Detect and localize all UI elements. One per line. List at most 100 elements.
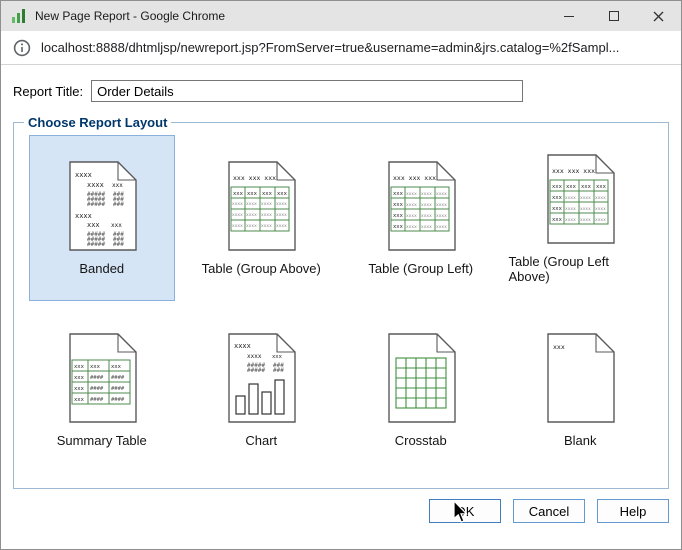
- chart-layout-icon: xxxx xxxxxxx ########## ######: [223, 332, 299, 424]
- report-title-label: Report Title:: [13, 84, 83, 99]
- layout-item-table-group-left[interactable]: xxx xxx xxx xxxx xxxx xxxx xxxx xxxx xxxx: [348, 135, 494, 301]
- svg-text:xxx: xxx: [87, 221, 100, 229]
- svg-text:xxx: xxx: [272, 354, 283, 360]
- layout-item-label: Crosstab: [395, 433, 447, 448]
- site-info-icon[interactable]: [13, 39, 31, 57]
- svg-text:xxxx: xxxx: [406, 203, 417, 208]
- layout-item-table-group-left-above[interactable]: xxx xxx xxx xxxxxxxxxxxx xxxxxxxxx: [508, 135, 654, 301]
- svg-text:####: ####: [90, 397, 104, 403]
- svg-text:xxx xxx xxx: xxx xxx xxx: [552, 167, 595, 175]
- svg-text:xxx xxx xxx: xxx xxx xxx: [393, 174, 436, 182]
- svg-text:###: ###: [113, 201, 124, 208]
- svg-text:xxxx: xxxx: [436, 203, 447, 208]
- svg-text:xxx: xxx: [111, 222, 122, 229]
- svg-text:xxxx: xxxx: [261, 213, 272, 218]
- svg-text:xxxx: xxxx: [436, 225, 447, 230]
- svg-text:xxxx: xxxx: [246, 224, 257, 229]
- svg-text:xxx: xxx: [566, 184, 577, 190]
- ok-button[interactable]: OK: [429, 499, 501, 523]
- cancel-button[interactable]: Cancel: [513, 499, 585, 523]
- svg-text:#####: #####: [247, 367, 265, 374]
- choose-report-layout-group: Choose Report Layout xxxx xxxxxxx ######…: [13, 115, 669, 489]
- svg-text:###: ###: [113, 241, 124, 248]
- address-bar: localhost:8888/dhtmljsp/newreport.jsp?Fr…: [1, 31, 681, 65]
- title-bar[interactable]: New Page Report - Google Chrome: [1, 1, 681, 31]
- close-button[interactable]: [636, 1, 681, 31]
- window-title: New Page Report - Google Chrome: [35, 9, 546, 23]
- svg-text:xxxx: xxxx: [75, 212, 92, 220]
- svg-text:xxxx: xxxx: [436, 214, 447, 219]
- svg-text:xxxx: xxxx: [406, 214, 417, 219]
- svg-text:xxxx: xxxx: [406, 225, 417, 230]
- table-group-left-above-icon: xxx xxx xxx xxxxxxxxxxxx xxxxxxxxx: [542, 153, 618, 245]
- svg-text:xxx: xxx: [596, 184, 607, 190]
- svg-text:xxx: xxx: [553, 343, 565, 351]
- svg-text:xxxx: xxxx: [276, 224, 287, 229]
- svg-text:xxx: xxx: [233, 191, 244, 197]
- layout-item-label: Chart: [245, 433, 277, 448]
- layout-item-summary-table[interactable]: xxxxxxxxx xxxxxxxxx ######## ######## ##…: [29, 307, 175, 473]
- svg-text:####: ####: [90, 386, 104, 392]
- dialog-body: Report Title: Choose Report Layout xxxx …: [1, 65, 681, 549]
- layout-item-blank[interactable]: xxx Blank: [508, 307, 654, 473]
- layout-item-label: Summary Table: [57, 433, 147, 448]
- report-title-input[interactable]: [91, 80, 523, 102]
- svg-text:xxxx: xxxx: [232, 202, 243, 207]
- summary-table-icon: xxxxxxxxx xxxxxxxxx ######## ######## ##…: [64, 332, 140, 424]
- table-group-left-icon: xxx xxx xxx xxxx xxxx xxxx xxxx xxxx xxxx: [383, 160, 459, 252]
- svg-text:xxx: xxx: [90, 364, 101, 370]
- layout-grid: xxxx xxxxxxx ############### ######### x…: [22, 132, 660, 476]
- minimize-icon: [564, 16, 574, 17]
- svg-text:xxxx: xxxx: [421, 225, 432, 230]
- dialog-buttons: OK Cancel Help: [13, 499, 669, 523]
- maximize-icon: [609, 11, 619, 21]
- maximize-button[interactable]: [591, 1, 636, 31]
- minimize-button[interactable]: [546, 1, 591, 31]
- svg-text:xxx: xxx: [262, 191, 273, 197]
- layout-item-label: Table (Group Left Above): [509, 254, 653, 284]
- svg-text:xxxx: xxxx: [261, 202, 272, 207]
- popup-window: New Page Report - Google Chrome localhos…: [0, 0, 682, 550]
- layout-item-crosstab[interactable]: Crosstab: [348, 307, 494, 473]
- svg-text:xxxx: xxxx: [87, 181, 104, 189]
- layout-item-label: Blank: [564, 433, 597, 448]
- svg-text:xxxx: xxxx: [234, 342, 251, 350]
- svg-text:xxxx: xxxx: [261, 224, 272, 229]
- svg-text:xxx xxx xxx: xxx xxx xxx: [233, 174, 276, 182]
- svg-text:xxx: xxx: [74, 386, 85, 392]
- table-group-above-icon: xxx xxx xxx xxxxxxxxxxxx xxxxxxxxxxxxxxx…: [223, 160, 299, 252]
- close-icon: [653, 11, 664, 22]
- svg-text:xxxx: xxxx: [232, 213, 243, 218]
- svg-text:####: ####: [111, 375, 125, 381]
- svg-text:xxxx: xxxx: [232, 224, 243, 229]
- svg-text:xxxx: xxxx: [246, 213, 257, 218]
- banded-layout-icon: xxxx xxxxxxx ############### ######### x…: [64, 160, 140, 252]
- svg-text:xxx: xxx: [393, 213, 404, 219]
- svg-text:xxxx: xxxx: [421, 203, 432, 208]
- svg-text:xxxx: xxxx: [276, 213, 287, 218]
- svg-text:xxx: xxx: [393, 202, 404, 208]
- layout-item-label: Table (Group Left): [368, 261, 473, 276]
- svg-text:xxxx: xxxx: [421, 214, 432, 219]
- layout-item-banded[interactable]: xxxx xxxxxxx ############### ######### x…: [29, 135, 175, 301]
- page-url: localhost:8888/dhtmljsp/newreport.jsp?Fr…: [41, 40, 619, 55]
- layout-item-chart[interactable]: xxxx xxxxxxx ########## ######: [189, 307, 335, 473]
- svg-text:####: ####: [90, 375, 104, 381]
- svg-text:xxxx: xxxx: [421, 192, 432, 197]
- svg-text:###: ###: [273, 367, 284, 374]
- svg-text:#####: #####: [87, 241, 105, 248]
- svg-text:xxxx: xxxx: [595, 207, 606, 212]
- svg-text:xxxx: xxxx: [565, 207, 576, 212]
- blank-layout-icon: xxx: [542, 332, 618, 424]
- svg-text:xxx: xxx: [581, 184, 592, 190]
- svg-text:xxx: xxx: [74, 375, 85, 381]
- svg-text:xxx: xxx: [552, 195, 563, 201]
- svg-text:xxxx: xxxx: [406, 192, 417, 197]
- svg-text:xxx: xxx: [111, 364, 122, 370]
- svg-text:xxx: xxx: [552, 217, 563, 223]
- help-button[interactable]: Help: [597, 499, 669, 523]
- svg-text:xxx: xxx: [393, 191, 404, 197]
- svg-text:xxxx: xxxx: [246, 202, 257, 207]
- svg-text:xxxx: xxxx: [565, 196, 576, 201]
- layout-item-table-group-above[interactable]: xxx xxx xxx xxxxxxxxxxxx xxxxxxxxxxxxxxx…: [189, 135, 335, 301]
